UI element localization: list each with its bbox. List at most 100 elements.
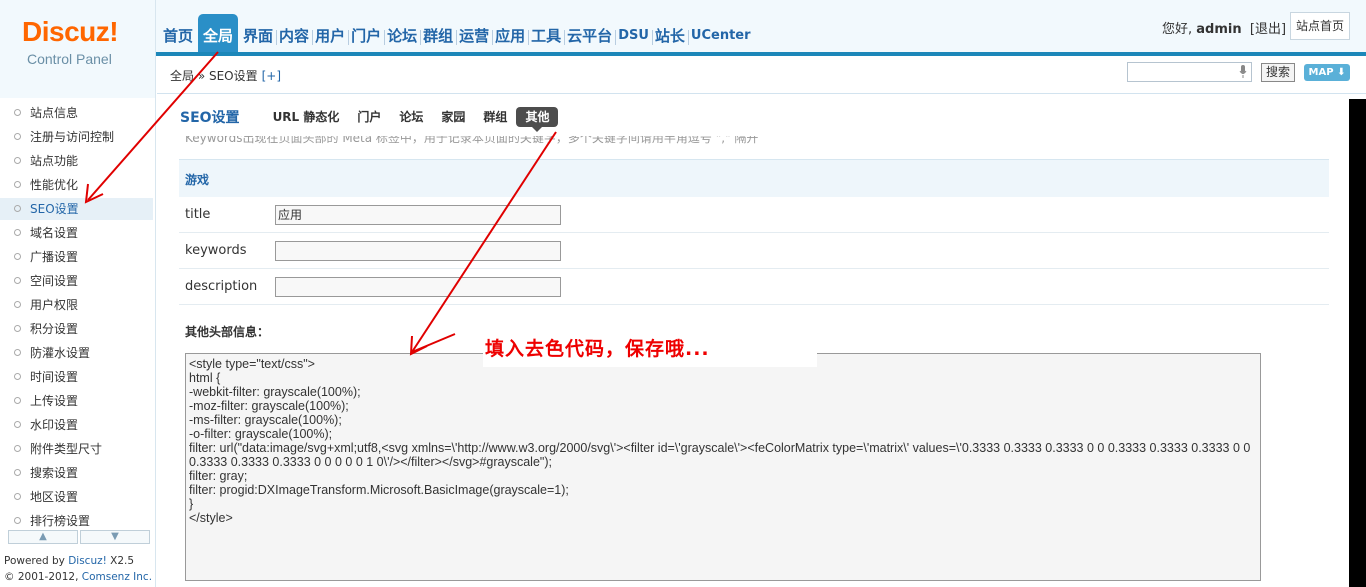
username: admin	[1196, 22, 1242, 37]
main-content: SEO设置 URL 静态化 门户 论坛 家园 群组 其他 Keywords出现在页面头部的…	[157, 95, 1349, 587]
sidebar-item[interactable]: 积分设置	[0, 318, 153, 340]
tab[interactable]: 家园	[432, 107, 474, 127]
sidebar-item[interactable]: 域名设置	[0, 222, 153, 244]
sidebar: 站点信息注册与访问控制 站点功能性能优化 SEO设置 域名设置 广播设置空间设置用户权限…	[0, 98, 156, 587]
sidebar-item[interactable]: 防灌水设置	[0, 342, 153, 364]
sidebar-item[interactable]: 排行榜设置	[0, 510, 153, 532]
map-label: MAP	[1308, 67, 1334, 78]
logo-subtitle: Control Panel	[27, 51, 112, 67]
nav-item[interactable]: UCenter	[687, 14, 754, 56]
arrow-down-icon: ▼	[111, 531, 119, 542]
sidebar-item-label: 附件类型尺寸	[30, 442, 103, 456]
copyright-company-link[interactable]: Comsenz Inc.	[82, 571, 152, 583]
logout-link[interactable]: [退出]	[1250, 22, 1286, 37]
tab[interactable]: 门户	[348, 107, 390, 127]
page-scrollbar[interactable]	[1349, 99, 1366, 587]
search-button[interactable]: 搜索	[1261, 63, 1295, 82]
sidebar-item-label: 站点信息	[30, 106, 79, 120]
nav-item[interactable]: 工具	[528, 14, 564, 56]
field-label: title	[185, 207, 211, 222]
extra-head-textarea[interactable]: <style type="text/css"> html { -webkit-f…	[185, 353, 1261, 581]
sidebar-item[interactable]: 时间设置	[0, 366, 153, 388]
nav-item[interactable]: 门户	[348, 14, 384, 56]
bullet-icon	[14, 421, 21, 428]
nav-item[interactable]: 全局	[198, 14, 239, 56]
field-input[interactable]: 应用	[275, 205, 561, 225]
tab[interactable]: 其他	[516, 107, 559, 132]
bullet-icon	[14, 109, 21, 116]
bullet-icon	[14, 229, 21, 236]
sidebar-item-label: 防灌水设置	[30, 346, 91, 360]
page-title: SEO设置	[180, 110, 240, 126]
sidebar-item-label: 积分设置	[30, 322, 79, 336]
section-title: 游戏	[185, 173, 210, 187]
nav-item[interactable]: 界面	[240, 14, 276, 56]
site-home-button[interactable]: 站点首页	[1290, 12, 1350, 40]
bullet-icon	[14, 373, 21, 380]
bullet-icon	[14, 205, 21, 212]
sidebar-item[interactable]: 注册与访问控制	[0, 126, 153, 148]
microphone-icon[interactable]	[1239, 65, 1247, 78]
sidebar-item-label: 注册与访问控制	[30, 130, 115, 144]
main-nav: 首页 全局 界面 内容 用户 门户 论坛 群组 运营 应用 工具 云平台 DSU 站长 UCenter	[160, 14, 754, 56]
nav-item[interactable]: 首页	[160, 14, 196, 56]
sidebar-item[interactable]: 站点功能	[0, 150, 153, 172]
breadcrumb: 全局 » SEO设置 [+]	[170, 67, 281, 84]
bullet-icon	[14, 253, 21, 260]
nav-item[interactable]: 应用	[492, 14, 528, 56]
field-input[interactable]	[275, 241, 561, 261]
add-shortcut-link[interactable]: [+]	[262, 69, 281, 83]
nav-item[interactable]: 用户	[312, 14, 348, 56]
sub-header: 全局 » SEO设置 [+] 搜索 MAP ⬇	[157, 56, 1366, 94]
scroll-down-button[interactable]: ▼	[80, 530, 150, 544]
bullet-icon	[14, 181, 21, 188]
field-input[interactable]	[275, 277, 561, 297]
field-row: title 应用	[179, 197, 1329, 233]
sidebar-item[interactable]: 水印设置	[0, 414, 153, 436]
greeting-prefix: 您好,	[1162, 22, 1197, 37]
breadcrumb-text: 全局 » SEO设置	[170, 69, 258, 83]
nav-item[interactable]: DSU	[615, 14, 652, 56]
nav-item[interactable]: 站长	[651, 14, 688, 56]
tab[interactable]: 论坛	[390, 107, 432, 127]
powered-by: Powered by Discuz! X2.5 © 2001-2012, Com…	[4, 553, 152, 585]
sidebar-item[interactable]: 空间设置	[0, 270, 153, 292]
logo-brand: Discuz!	[22, 16, 119, 47]
tab[interactable]: URL 静态化	[264, 107, 349, 127]
search-input[interactable]	[1127, 62, 1252, 82]
nav-item[interactable]: 云平台	[564, 14, 615, 56]
arrow-down-icon: ⬇	[1337, 67, 1346, 78]
map-button[interactable]: MAP ⬇	[1304, 64, 1350, 81]
scroll-up-button[interactable]: ▲	[8, 530, 78, 544]
admin-control-panel: 首页 全局 界面 内容 用户 门户 论坛 群组 运营 应用 工具 云平台 DSU 站长 UCenter 您好…	[0, 0, 1366, 587]
sidebar-item[interactable]: 站点信息	[0, 102, 153, 124]
logo[interactable]: Discuz! Control Panel	[0, 0, 156, 98]
copyright-prefix: © 2001-2012,	[4, 571, 82, 583]
nav-item[interactable]: 论坛	[384, 14, 420, 56]
bullet-icon	[14, 277, 21, 284]
sidebar-item[interactable]: 地区设置	[0, 486, 153, 508]
sidebar-item[interactable]: 性能优化	[0, 174, 153, 196]
bullet-icon	[14, 517, 21, 524]
tab[interactable]: 群组	[474, 107, 516, 127]
sidebar-item[interactable]: 广播设置	[0, 246, 153, 268]
sidebar-item-label: 站点功能	[30, 154, 79, 168]
sidebar-item[interactable]: 上传设置	[0, 390, 153, 412]
bullet-icon	[14, 349, 21, 356]
field-hint: Keywords出现在页面头部的 Meta 标签中，用于记录本页面的关键字，多个…	[185, 136, 759, 145]
annotation-callout: 填入去色代码，保存哦...	[483, 329, 817, 367]
sidebar-item-label: 水印设置	[30, 418, 79, 432]
sidebar-item-label: 上传设置	[30, 394, 79, 408]
bullet-icon	[14, 445, 21, 452]
sidebar-item-label: 空间设置	[30, 274, 79, 288]
sidebar-item[interactable]: SEO设置	[0, 198, 153, 220]
nav-item[interactable]: 内容	[276, 14, 312, 56]
sidebar-item[interactable]: 搜索设置	[0, 462, 153, 484]
extra-head-label: 其他头部信息：	[185, 325, 270, 339]
nav-item[interactable]: 运营	[456, 14, 492, 56]
powered-brand-link[interactable]: Discuz!	[68, 555, 107, 567]
sidebar-item-label: 地区设置	[30, 490, 79, 504]
sidebar-item[interactable]: 用户权限	[0, 294, 153, 316]
sidebar-item[interactable]: 附件类型尺寸	[0, 438, 153, 460]
nav-item[interactable]: 群组	[420, 14, 456, 56]
